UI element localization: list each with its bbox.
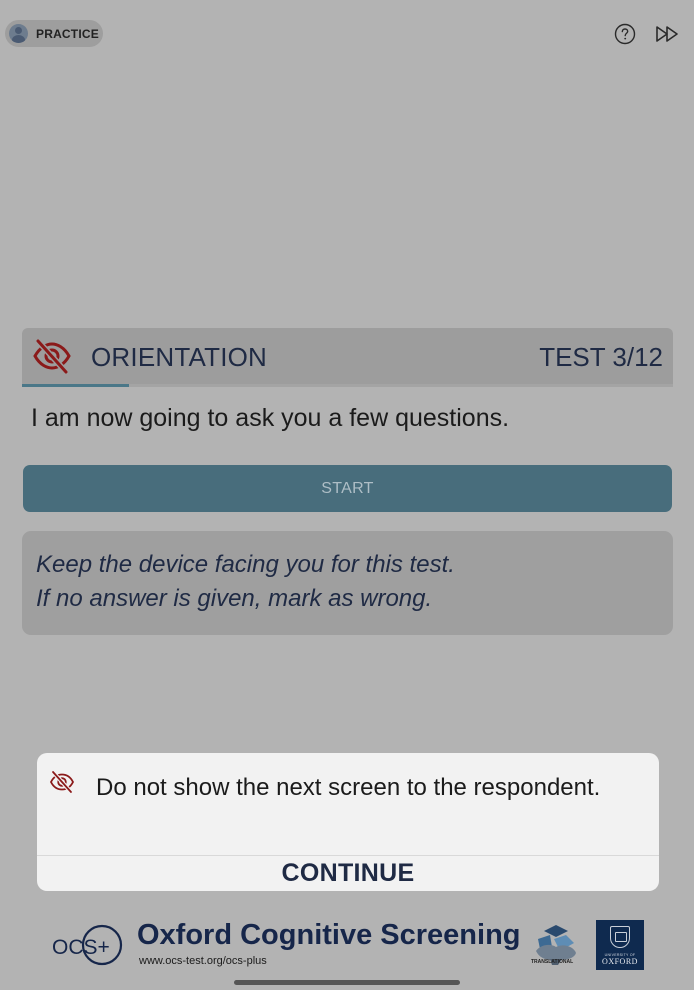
crest-icon	[610, 926, 630, 948]
top-bar: PRACTICE	[0, 0, 694, 66]
start-button[interactable]: START	[23, 465, 672, 512]
footer: OCS+ Oxford Cognitive Screening www.ocs-…	[0, 905, 694, 990]
progress-bar	[22, 384, 673, 387]
practice-label: PRACTICE	[36, 26, 99, 41]
practice-badge[interactable]: PRACTICE	[5, 20, 103, 47]
warning-dialog: Do not show the next screen to the respo…	[37, 753, 659, 891]
question-circle-icon[interactable]	[614, 23, 636, 45]
note-card: Keep the device facing you for this test…	[22, 531, 673, 635]
continue-button[interactable]: CONTINUE	[37, 856, 659, 891]
home-indicator[interactable]	[234, 980, 460, 985]
footer-title: Oxford Cognitive Screening	[137, 919, 521, 951]
section-title: ORIENTATION	[91, 342, 268, 372]
note-line: Keep the device facing you for this test…	[36, 551, 455, 578]
oxford-big-text: OXFORD	[602, 957, 638, 966]
dialog-message: Do not show the next screen to the respo…	[96, 774, 601, 801]
translational-label: TRANSLATIONAL	[531, 959, 574, 965]
note-line: If no answer is given, mark as wrong.	[36, 585, 433, 612]
fast-forward-icon[interactable]	[654, 24, 682, 44]
eye-slash-icon	[33, 338, 71, 375]
user-avatar-icon	[9, 24, 28, 43]
footer-url: www.ocs-test.org/ocs-plus	[139, 955, 267, 967]
ocs-plus-logo: OCS+	[52, 924, 123, 966]
instruction-text: I am now going to ask you a few question…	[31, 404, 510, 432]
ocs-logo-text: OCS+	[52, 936, 110, 959]
progress-fill	[22, 384, 130, 387]
test-header: ORIENTATION TEST 3/12	[22, 328, 673, 386]
test-counter: TEST 3/12	[539, 342, 663, 372]
oxford-university-logo: UNIVERSITY OF OXFORD	[596, 920, 644, 970]
